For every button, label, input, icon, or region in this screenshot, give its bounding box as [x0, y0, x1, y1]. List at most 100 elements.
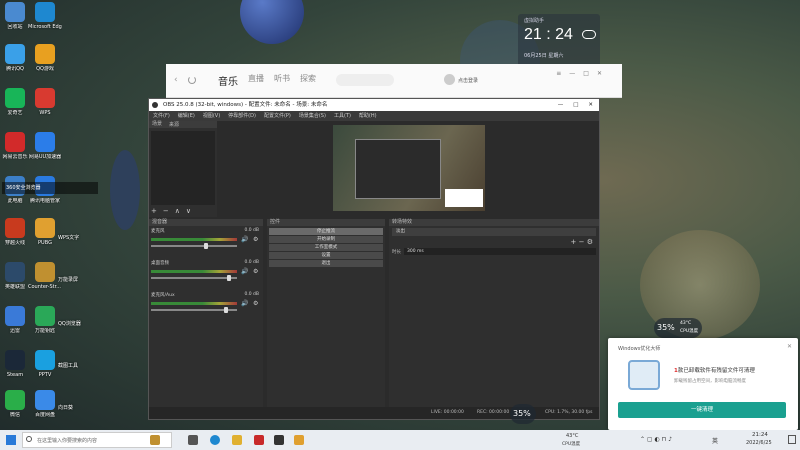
control-button[interactable]: 退出 [269, 260, 383, 267]
desktop-shortcut[interactable]: WPS [28, 88, 62, 116]
speaker-icon[interactable]: 🔊 [241, 300, 248, 307]
speaker-icon[interactable]: 🔊 [241, 236, 248, 243]
music-tab[interactable]: 音乐 [218, 73, 238, 88]
control-button[interactable]: 设置 [269, 252, 383, 259]
volume-slider[interactable] [151, 275, 237, 281]
perf-temp: 43°C [680, 321, 692, 326]
volume-slider-knob[interactable] [204, 243, 209, 249]
desktop-shortcut[interactable]: Microsoft Edge [28, 2, 62, 30]
obs-window-controls: — □ ✕ [558, 99, 593, 111]
app-taskbar-icon[interactable] [294, 435, 304, 445]
volume-slider[interactable] [151, 307, 237, 313]
explorer-icon[interactable] [232, 435, 242, 445]
close-icon[interactable]: ✕ [588, 99, 593, 111]
login-link[interactable]: 点击登录 [458, 77, 478, 84]
close-icon[interactable]: ✕ [787, 343, 792, 350]
gear-icon[interactable]: ⚙ [587, 238, 593, 246]
tray-icons[interactable]: ⌃ ▢ ◐ ⊓ ♪ [640, 436, 672, 443]
desktop-shortcut[interactable]: PUBG [28, 218, 62, 246]
control-button[interactable]: 工作室模式 [269, 244, 383, 251]
menu-icon[interactable]: ≡ [556, 70, 561, 77]
tray-temp-label: CPU温度 [562, 442, 581, 447]
app-icon [35, 88, 55, 108]
move-down-button[interactable]: ∨ [186, 207, 191, 215]
mixer-tracks: 麦克风 0.0 dB 🔊 ⚙ 桌面音频 0.0 dB 🔊 ⚙ 麦克风/Aux 0.0 dB 🔊 ⚙ [149, 226, 263, 326]
perf-badge-top[interactable]: 35% 43°C CPU温度 [654, 318, 702, 338]
move-up-button[interactable]: ∧ [175, 207, 180, 215]
music-search-input[interactable] [336, 74, 394, 86]
app-icon [5, 306, 25, 326]
remove-scene-button[interactable]: − [163, 207, 169, 215]
notification-center-icon[interactable] [788, 435, 796, 444]
clean-button[interactable]: 一键清理 [618, 402, 786, 418]
start-button[interactable] [6, 435, 16, 445]
volume-slider-knob[interactable] [226, 275, 231, 281]
volume-slider[interactable] [151, 243, 237, 249]
scene-toolbar: + − ∧ ∨ [151, 207, 191, 215]
desktop-shortcut[interactable]: 百度网盘 [28, 390, 62, 418]
desktop-shortcut[interactable]: Counter-Str... Global O... [28, 262, 62, 290]
desktop-shortcut-label: 万能录屏 [58, 277, 79, 283]
maximize-icon[interactable]: □ [573, 99, 578, 111]
obs-menu-item[interactable]: 场景集合(S) [299, 111, 326, 121]
window-controls: ≡ — □ ✕ [556, 70, 602, 77]
music-app-window[interactable]: ‹ 音乐 直播 听书 探索 点击登录 ≡ — □ ✕ [166, 64, 622, 98]
music-tab[interactable]: 直播 [248, 73, 264, 88]
task-view-icon[interactable] [188, 435, 198, 445]
transition-select[interactable]: 淡出 [392, 228, 596, 236]
taskbar-date[interactable]: 2022/6/25 [746, 440, 772, 446]
obs-menu-item[interactable]: 工具(T) [334, 111, 351, 121]
avatar[interactable] [444, 74, 455, 85]
obs-title-bar[interactable]: OBS 25.0.8 (32-bit, windows) - 配置文件: 未命名… [149, 99, 599, 111]
speaker-icon[interactable]: 🔊 [241, 268, 248, 275]
remove-transition-button[interactable]: − [579, 238, 585, 246]
taskbar-time[interactable]: 21:24 [752, 432, 768, 438]
cleanup-notification[interactable]: Windows优化大师 ✕ 1款已卸载软件有残留文件可清理 卸载残留占用空间，影… [608, 338, 798, 430]
gear-icon[interactable]: ⚙ [253, 236, 258, 243]
mixer-track-name: 麦克风/Aux [151, 293, 175, 298]
close-icon[interactable]: ✕ [597, 70, 602, 77]
clock-widget-title: 虚拟助手 [524, 18, 545, 24]
scene-list[interactable] [151, 131, 215, 205]
obs-menu-item[interactable]: 帮助(H) [359, 111, 377, 121]
preview-canvas[interactable] [333, 125, 485, 211]
duration-input[interactable]: 300 ms [404, 248, 596, 255]
clock-widget[interactable]: 虚拟助手 21 : 24 06月25日 星期六 [518, 14, 600, 68]
obs-menu-item[interactable]: 配置文件(P) [264, 111, 291, 121]
sources-panel-header: 来源 [169, 122, 180, 128]
music-taskbar-icon[interactable] [274, 435, 284, 445]
ime-indicator[interactable]: 英 [712, 436, 718, 445]
app-icon [5, 262, 25, 282]
obs-window[interactable]: OBS 25.0.8 (32-bit, windows) - 配置文件: 未命名… [148, 98, 600, 420]
obs-menu-item[interactable]: 编辑(E) [178, 111, 195, 121]
gear-icon[interactable]: ⚙ [253, 268, 258, 275]
back-icon[interactable]: ‹ [174, 75, 178, 85]
edge-icon[interactable] [210, 435, 220, 445]
transition-toolbar: + − ⚙ [389, 238, 599, 246]
desktop-shortcut[interactable]: 网易UU加速器 [28, 132, 62, 160]
refresh-icon[interactable] [188, 76, 196, 84]
minimize-icon[interactable]: — [558, 99, 564, 111]
desktop-shortcut-label: PUBG [38, 240, 52, 246]
control-button[interactable]: 停止推流 [269, 228, 383, 235]
gear-icon[interactable]: ⚙ [253, 300, 258, 307]
desktop-shortcut[interactable]: PPTV [28, 350, 62, 378]
add-transition-button[interactable]: + [571, 238, 577, 246]
wallpaper-engine-icon[interactable] [150, 435, 160, 445]
maximize-icon[interactable]: □ [583, 70, 589, 77]
obs-menu-item[interactable]: 停靠部件(D) [228, 111, 256, 121]
minimize-icon[interactable]: — [569, 70, 575, 77]
desktop-shortcut[interactable]: 万能钥匙 [28, 306, 62, 334]
desktop-shortcut[interactable]: QQ游戏 [28, 44, 62, 72]
control-button[interactable]: 开始录制 [269, 236, 383, 243]
obs-menu-item[interactable]: 视图(V) [203, 111, 220, 121]
add-scene-button[interactable]: + [151, 207, 157, 215]
perf-badge-bottom[interactable]: 35% [510, 404, 536, 424]
volume-meter [151, 238, 237, 241]
music-tab[interactable]: 探索 [300, 73, 316, 88]
music-tab[interactable]: 听书 [274, 73, 290, 88]
volume-slider-knob[interactable] [224, 307, 229, 313]
obs-menu-item[interactable]: 文件(F) [153, 111, 170, 121]
obs-taskbar-icon[interactable] [254, 435, 264, 445]
app-icon [35, 262, 55, 282]
